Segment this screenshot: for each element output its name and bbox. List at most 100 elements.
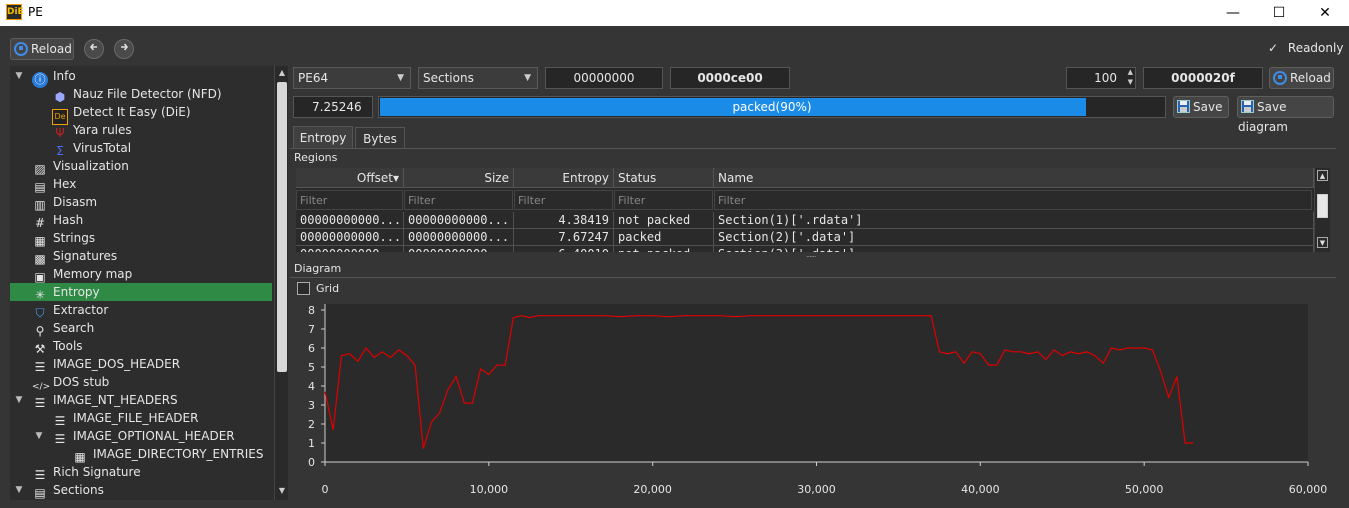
app-logo-icon: DiE (6, 4, 24, 20)
filter-size-input[interactable]: Filter (404, 190, 513, 210)
spin-up-icon[interactable]: ▲ (1128, 68, 1133, 77)
scroll-down-arrow[interactable]: ▼ (276, 484, 288, 498)
chevron-down-icon: ▼ (397, 73, 404, 83)
cell-offset: 00000000000... (296, 229, 404, 246)
splitter-grip[interactable]: ...... (806, 250, 816, 259)
tree-item-label: Search (53, 321, 95, 335)
column-header-size[interactable]: Size (404, 168, 514, 188)
scroll-up-arrow[interactable]: ▲ (1317, 170, 1328, 181)
regions-table[interactable]: Offset▾ Size Entropy Status Name Filter … (296, 168, 1314, 252)
info-icon: ⓘ (32, 72, 48, 88)
tree-item-nauz-file-detector-nfd[interactable]: ⬢ Nauz File Detector (NFD) (52, 85, 222, 104)
tree-item-sections[interactable]: ▤ Sections (32, 481, 104, 500)
cell-offset: 00000000000... (296, 246, 404, 252)
y-tick-label: 4 (308, 380, 315, 393)
filter-name-input[interactable]: Filter (714, 190, 1312, 210)
table-row[interactable]: 00000000000...00000000000...6.40010not p… (296, 246, 1314, 252)
tree-item-entropy[interactable]: ✳ Entropy (10, 283, 272, 302)
reload-button[interactable]: Reload (10, 38, 74, 60)
filter-offset-input[interactable]: Filter (296, 190, 403, 210)
tree-item-label: IMAGE_OPTIONAL_HEADER (73, 429, 235, 443)
tree-scrollbar[interactable]: ▲ ▼ (274, 66, 288, 500)
reload-region-button[interactable]: Reload (1269, 67, 1334, 89)
column-header-status[interactable]: Status (614, 168, 714, 188)
y-tick-label: 3 (308, 399, 315, 412)
size-field[interactable]: 0000ce00 (670, 67, 790, 89)
tree-item-label: Tools (53, 339, 83, 353)
tree-item-extractor[interactable]: ⛉ Extractor (32, 301, 109, 320)
tree-item-visualization[interactable]: ▨ Visualization (32, 157, 128, 176)
tree-item-label: Extractor (53, 303, 109, 317)
type-select[interactable]: Sections ▼ (418, 67, 538, 89)
tree-item-hash[interactable]: # Hash (32, 211, 83, 230)
tree-item-info[interactable]: ⓘ Info (32, 67, 76, 88)
scroll-down-arrow[interactable]: ▼ (1317, 237, 1328, 248)
tree-item-signatures[interactable]: ▩ Signatures (32, 247, 117, 266)
tree-item-tools[interactable]: ⚒ Tools (32, 337, 83, 356)
tree-item-label: Disasm (53, 195, 98, 209)
x-tick-label: 60,000 (1289, 483, 1328, 496)
save-diagram-button[interactable]: Save diagram (1237, 96, 1334, 134)
cell-status: packed (614, 229, 714, 246)
navigation-tree[interactable]: ▼ ⓘ Info ⬢ Nauz File Detector (NFD) De Detect … (10, 66, 274, 500)
cell-name: Section(1)['.rdata'] (714, 212, 1314, 229)
scroll-up-arrow[interactable]: ▲ (276, 66, 288, 80)
column-header-offset[interactable]: Offset▾ (296, 168, 404, 188)
mode-select[interactable]: PE64 ▼ (293, 67, 411, 89)
tree-item-hex[interactable]: ▤ Hex (32, 175, 76, 194)
tree-item-disasm[interactable]: ▥ Disasm (32, 193, 98, 212)
tree-item-label: Memory map (53, 267, 133, 281)
maximize-button[interactable]: ☐ (1256, 0, 1302, 26)
column-header-name[interactable]: Name (714, 168, 1314, 188)
diagram-divider (290, 277, 1336, 278)
tree-item-image-optional-header[interactable]: ☰ IMAGE_OPTIONAL_HEADER (52, 427, 235, 446)
cell-status: not packed (614, 212, 714, 229)
expand-arrow-icon[interactable]: ▼ (14, 67, 24, 85)
x-tick-label: 30,000 (797, 483, 836, 496)
spin-down-icon[interactable]: ▼ (1128, 78, 1133, 87)
cell-size: 00000000000... (404, 212, 514, 229)
arrow-right-icon (121, 43, 129, 51)
tree-item-yara-rules[interactable]: Ψ Yara rules (52, 121, 131, 140)
tree-item-rich-signature[interactable]: ☰ Rich Signature (32, 463, 141, 482)
table-row[interactable]: 00000000000... 00000000000... 4.38419 not p… (296, 212, 1314, 229)
tree-item-memory-map[interactable]: ▣ Memory map (32, 265, 133, 284)
save-label: Save (1193, 100, 1223, 114)
tree-item-image-file-header[interactable]: ☰ IMAGE_FILE_HEADER (52, 409, 199, 428)
max-field[interactable]: 0000020f (1143, 67, 1263, 89)
filter-entropy-input[interactable]: Filter (514, 190, 613, 210)
readonly-checkbox[interactable]: ✓ Readonly (1268, 41, 1343, 55)
forward-button[interactable] (114, 39, 134, 59)
column-header-entropy[interactable]: Entropy (514, 168, 614, 188)
tree-item-virustotal[interactable]: Σ VirusTotal (52, 139, 131, 158)
table-row[interactable]: 00000000000... 00000000000... 7.67247 packe… (296, 229, 1314, 246)
tree-item-image-nt-headers[interactable]: ☰ IMAGE_NT_HEADERS (32, 391, 178, 410)
minimize-button[interactable]: — (1210, 0, 1256, 26)
expand-arrow-icon[interactable]: ▼ (14, 391, 24, 409)
back-button[interactable] (84, 39, 104, 59)
offset-field[interactable]: 00000000 (545, 67, 663, 89)
tree-item-image-dos-header[interactable]: ☰ IMAGE_DOS_HEADER (32, 355, 180, 374)
reload-icon (1273, 71, 1287, 85)
y-tick-label: 8 (308, 304, 315, 317)
count-spinbox[interactable]: 100 ▲ ▼ (1066, 67, 1136, 89)
diagram-label: Diagram (294, 262, 342, 275)
grid-checkbox[interactable] (297, 282, 310, 295)
filter-status-input[interactable]: Filter (614, 190, 713, 210)
tab-entropy[interactable]: Entropy (293, 126, 353, 148)
tree-item-search[interactable]: ⚲ Search (32, 319, 95, 338)
close-button[interactable]: ✕ (1302, 0, 1348, 26)
expand-arrow-icon[interactable]: ▼ (14, 481, 24, 499)
y-tick-label: 6 (308, 342, 315, 355)
tab-bytes[interactable]: Bytes (355, 127, 405, 149)
tree-item-image-directory-entries[interactable]: ▦ IMAGE_DIRECTORY_ENTRIES (72, 445, 263, 464)
readonly-label: Readonly (1287, 41, 1344, 55)
table-scrollbar[interactable]: ▲ ▼ (1314, 168, 1330, 252)
tree-item-strings[interactable]: ▦ Strings (32, 229, 95, 248)
tree-item-dos-stub[interactable]: </> DOS stub (32, 373, 109, 392)
expand-arrow-icon[interactable]: ▼ (34, 427, 44, 445)
scroll-thumb[interactable] (277, 82, 287, 372)
tree-item-detect-it-easy-die[interactable]: De Detect It Easy (DiE) (52, 103, 191, 125)
save-button[interactable]: Save (1173, 96, 1229, 118)
scroll-thumb[interactable] (1317, 194, 1328, 218)
